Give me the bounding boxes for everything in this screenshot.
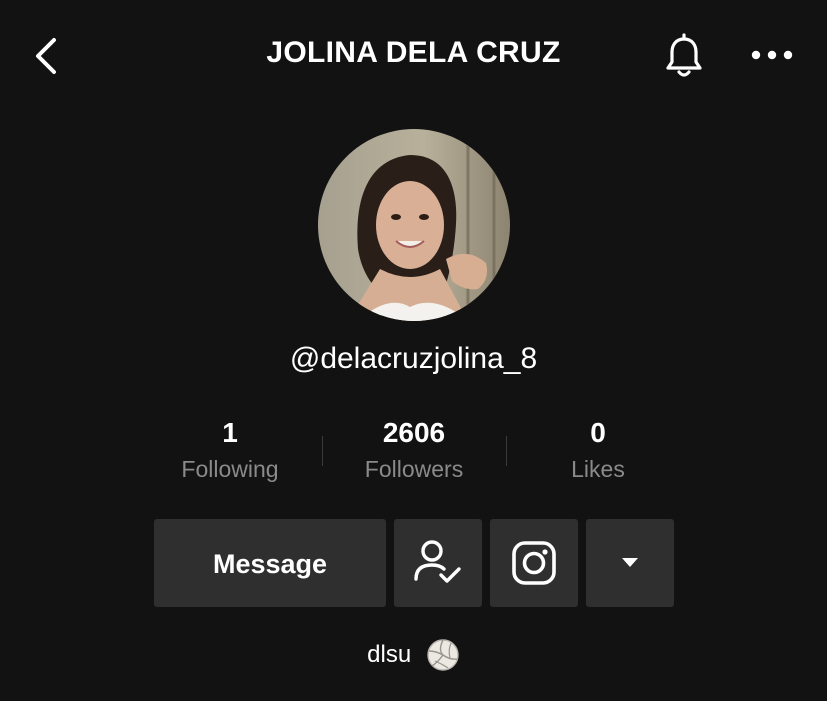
more-actions-dropdown[interactable] — [586, 519, 674, 607]
volleyball-icon — [427, 639, 459, 671]
caret-down-icon — [622, 558, 638, 567]
user-check-icon — [414, 540, 461, 583]
more-options-button[interactable] — [748, 38, 796, 72]
stat-following[interactable]: 1 Following — [138, 416, 322, 483]
notification-bell-button[interactable] — [660, 32, 708, 80]
bio: dlsu — [0, 638, 827, 672]
stat-followers-label: Followers — [364, 456, 464, 482]
message-button[interactable]: Message — [154, 519, 386, 607]
username-handle: @delacruzjolina_8 — [289, 342, 538, 375]
more-horizontal-icon — [751, 50, 793, 60]
following-status-button[interactable] — [394, 519, 482, 607]
stat-followers-value: 2606 — [382, 417, 446, 448]
stat-likes-label: Likes — [571, 456, 625, 482]
stat-likes-value: 0 — [590, 417, 606, 448]
top-bar: JOLINA DELA CRUZ — [0, 0, 827, 110]
instagram-button[interactable] — [490, 519, 578, 607]
profile-stats: 1 Following 2606 Followers 0 Likes — [138, 416, 690, 496]
stat-likes[interactable]: 0 Likes — [506, 416, 690, 483]
instagram-icon — [512, 541, 556, 585]
avatar[interactable] — [318, 129, 510, 321]
bio-text: dlsu — [367, 641, 412, 668]
profile-photo — [318, 129, 510, 321]
stat-followers[interactable]: 2606 Followers — [322, 416, 506, 483]
message-button-label: Message — [212, 549, 328, 579]
bell-icon — [666, 33, 702, 77]
stat-following-value: 1 — [222, 417, 238, 448]
stat-following-label: Following — [181, 456, 279, 482]
